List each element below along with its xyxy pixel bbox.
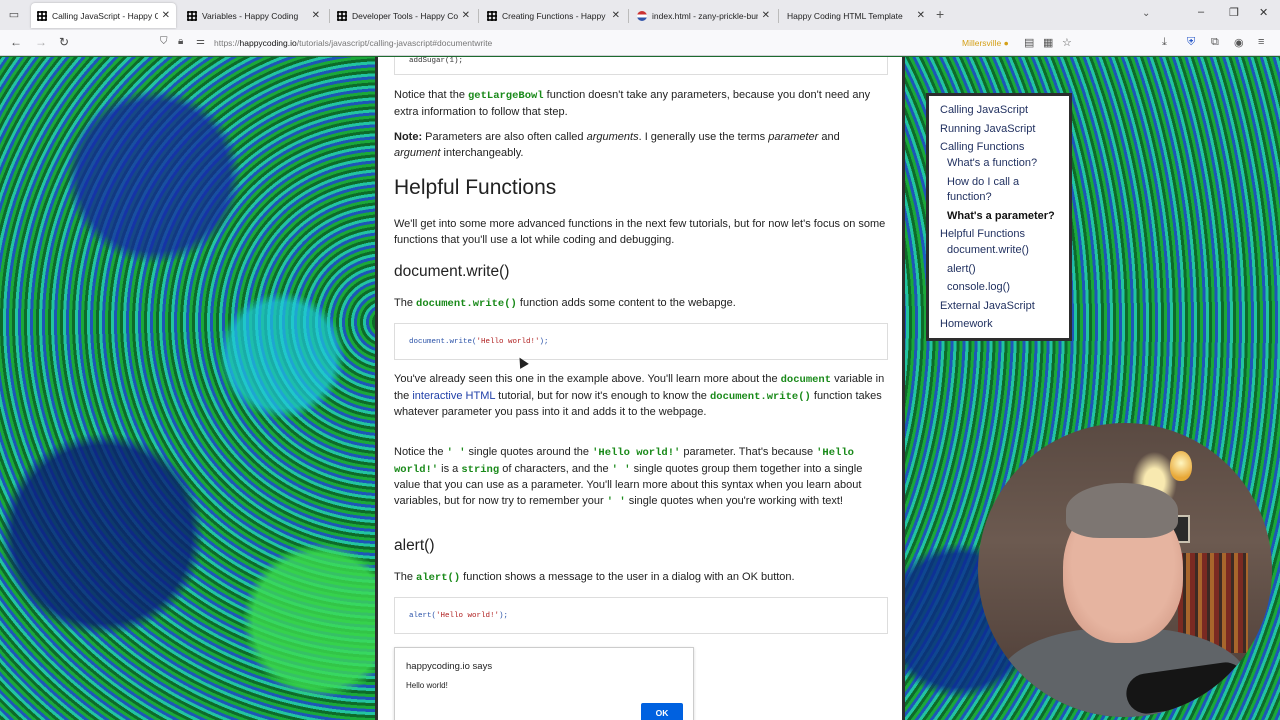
close-tab-icon[interactable]: ✕ <box>162 10 170 21</box>
heading-document-write: document.write() <box>394 263 510 280</box>
restore-button[interactable]: ❐ <box>1229 6 1239 19</box>
note-paragraph: Note: Parameters are also often called a… <box>394 131 840 159</box>
heading-alert: alert() <box>394 537 435 554</box>
downloads-icon[interactable]: ⤓ <box>1162 36 1167 49</box>
page-background: addSugar(1); Notice that the getLargeBow… <box>0 57 1280 720</box>
navigation-toolbar: ← → ↻ ⛉ 🔒︎ ⚌ https://happycoding.io/tuto… <box>0 30 1280 56</box>
paragraph: Notice that the getLargeBowl function do… <box>394 89 871 118</box>
happy-coding-favicon-icon <box>187 10 197 21</box>
tab-label: Developer Tools - Happy Codin <box>352 10 458 21</box>
article-content: addSugar(1); Notice that the getLargeBow… <box>375 57 905 720</box>
glitch-favicon-icon <box>637 10 647 21</box>
back-arrow-icon[interactable]: ← <box>10 35 22 49</box>
paragraph: Notice the ' ' single quotes around the … <box>394 446 863 508</box>
table-of-contents: Calling JavaScript Running JavaScript Ca… <box>926 93 1072 341</box>
toc-item-homework[interactable]: Homework <box>940 317 993 331</box>
extensions-grid-icon[interactable]: ▦ <box>1043 36 1053 49</box>
code-block-document-write: document.write('Hello world!'); <box>394 323 888 360</box>
tab-list-icon[interactable]: ▭ <box>6 7 22 23</box>
toc-item-document-write[interactable]: document.write() <box>947 243 1029 257</box>
weather-widget[interactable]: Millersville ● <box>962 38 1009 48</box>
tab-developer-tools[interactable]: Developer Tools - Happy Codin ✕ <box>331 3 476 28</box>
menu-icon[interactable]: ≡ <box>1258 36 1264 48</box>
close-window-button[interactable]: ✕ <box>1259 6 1268 19</box>
happy-coding-favicon-icon <box>37 10 47 21</box>
forward-arrow-icon[interactable]: → <box>35 35 47 49</box>
tab-calling-javascript[interactable]: Calling JavaScript - Happy Codi ✕ <box>31 3 176 28</box>
toc-item-how-do-i-call[interactable]: How do I call a <box>947 175 1019 189</box>
new-tab-button[interactable]: + <box>936 7 944 21</box>
tab-label: Happy Coding HTML Template <box>787 10 903 21</box>
reader-view-icon[interactable]: ▤ <box>1024 36 1034 49</box>
toc-active-indicator <box>926 207 929 223</box>
bitwarden-icon[interactable]: ⛨ <box>1187 36 1195 49</box>
toc-item-whats-a-function[interactable]: What's a function? <box>947 156 1037 170</box>
tab-label: index.html - zany-prickle-bum <box>652 10 758 21</box>
heading-helpful-functions: Helpful Functions <box>394 176 557 199</box>
happy-coding-favicon-icon <box>487 10 497 21</box>
tab-strip: ▭ Calling JavaScript - Happy Codi ✕ Vari… <box>0 0 1280 30</box>
lock-icon[interactable]: 🔒︎ <box>178 36 183 47</box>
tab-label: Variables - Happy Coding <box>202 10 299 21</box>
close-tab-icon[interactable]: ✕ <box>612 10 620 21</box>
code-block: addSugar(1); <box>394 57 888 75</box>
toc-item-external-javascript[interactable]: External JavaScript <box>940 299 1035 313</box>
dialog-message: Hello world! <box>406 681 448 690</box>
paragraph: The document.write() function adds some … <box>394 297 736 310</box>
toc-item-whats-a-parameter[interactable]: What's a parameter? <box>947 209 1055 223</box>
close-tab-icon[interactable]: ✕ <box>762 10 770 21</box>
extensions-icon[interactable]: ⧉ <box>1211 36 1219 49</box>
dialog-title: happycoding.io says <box>406 661 493 672</box>
tab-label: Creating Functions - Happy Co <box>502 10 608 21</box>
bookmark-star-icon[interactable]: ☆ <box>1062 36 1072 49</box>
permissions-icon[interactable]: ⚌ <box>196 36 205 47</box>
reload-icon[interactable]: ↻ <box>59 35 69 49</box>
close-tab-icon[interactable]: ✕ <box>917 10 925 21</box>
ok-button[interactable]: OK <box>641 703 683 720</box>
paragraph: The alert() function shows a message to … <box>394 571 795 584</box>
toc-item-calling-javascript[interactable]: Calling JavaScript <box>940 103 1028 117</box>
light-bulb <box>1170 451 1192 481</box>
close-tab-icon[interactable]: ✕ <box>312 10 320 21</box>
account-icon[interactable]: ◉ <box>1234 36 1244 49</box>
address-bar[interactable]: ⛉ 🔒︎ ⚌ https://happycoding.io/tutorials/… <box>150 33 1085 53</box>
toc-item-alert[interactable]: alert() <box>947 262 976 276</box>
tab-creating-functions[interactable]: Creating Functions - Happy Co ✕ <box>481 3 626 28</box>
tab-index-html[interactable]: index.html - zany-prickle-bum ✕ <box>631 3 776 28</box>
close-tab-icon[interactable]: ✕ <box>462 10 470 21</box>
happy-coding-favicon-icon <box>337 10 347 21</box>
alert-dialog: happycoding.io says Hello world! OK <box>394 647 694 720</box>
toc-item-calling-functions[interactable]: Calling Functions <box>940 140 1024 154</box>
tab-label: Calling JavaScript - Happy Codi <box>52 10 158 21</box>
minimize-button[interactable]: – <box>1198 6 1204 18</box>
interactive-html-link[interactable]: interactive HTML <box>412 390 495 402</box>
paragraph: We'll get into some more advanced functi… <box>394 218 886 246</box>
shield-icon[interactable]: ⛉ <box>160 36 168 47</box>
toc-item-how-do-i-call-cont[interactable]: function? <box>947 190 992 204</box>
toc-item-helpful-functions[interactable]: Helpful Functions <box>940 227 1025 241</box>
url-text[interactable]: https://happycoding.io/tutorials/javascr… <box>214 38 492 48</box>
webcam-overlay <box>978 423 1272 717</box>
tab-html-template[interactable]: Happy Coding HTML Template ✕ <box>781 3 931 28</box>
list-all-tabs-icon[interactable]: ⌄ <box>1142 8 1150 19</box>
presenter-hair <box>1066 483 1178 538</box>
paragraph: You've already seen this one in the exam… <box>394 373 885 418</box>
tab-variables[interactable]: Variables - Happy Coding ✕ <box>181 3 326 28</box>
toc-item-running-javascript[interactable]: Running JavaScript <box>940 122 1035 136</box>
toc-item-console-log[interactable]: console.log() <box>947 280 1010 294</box>
code-block-alert: alert('Hello world!'); <box>394 597 888 634</box>
